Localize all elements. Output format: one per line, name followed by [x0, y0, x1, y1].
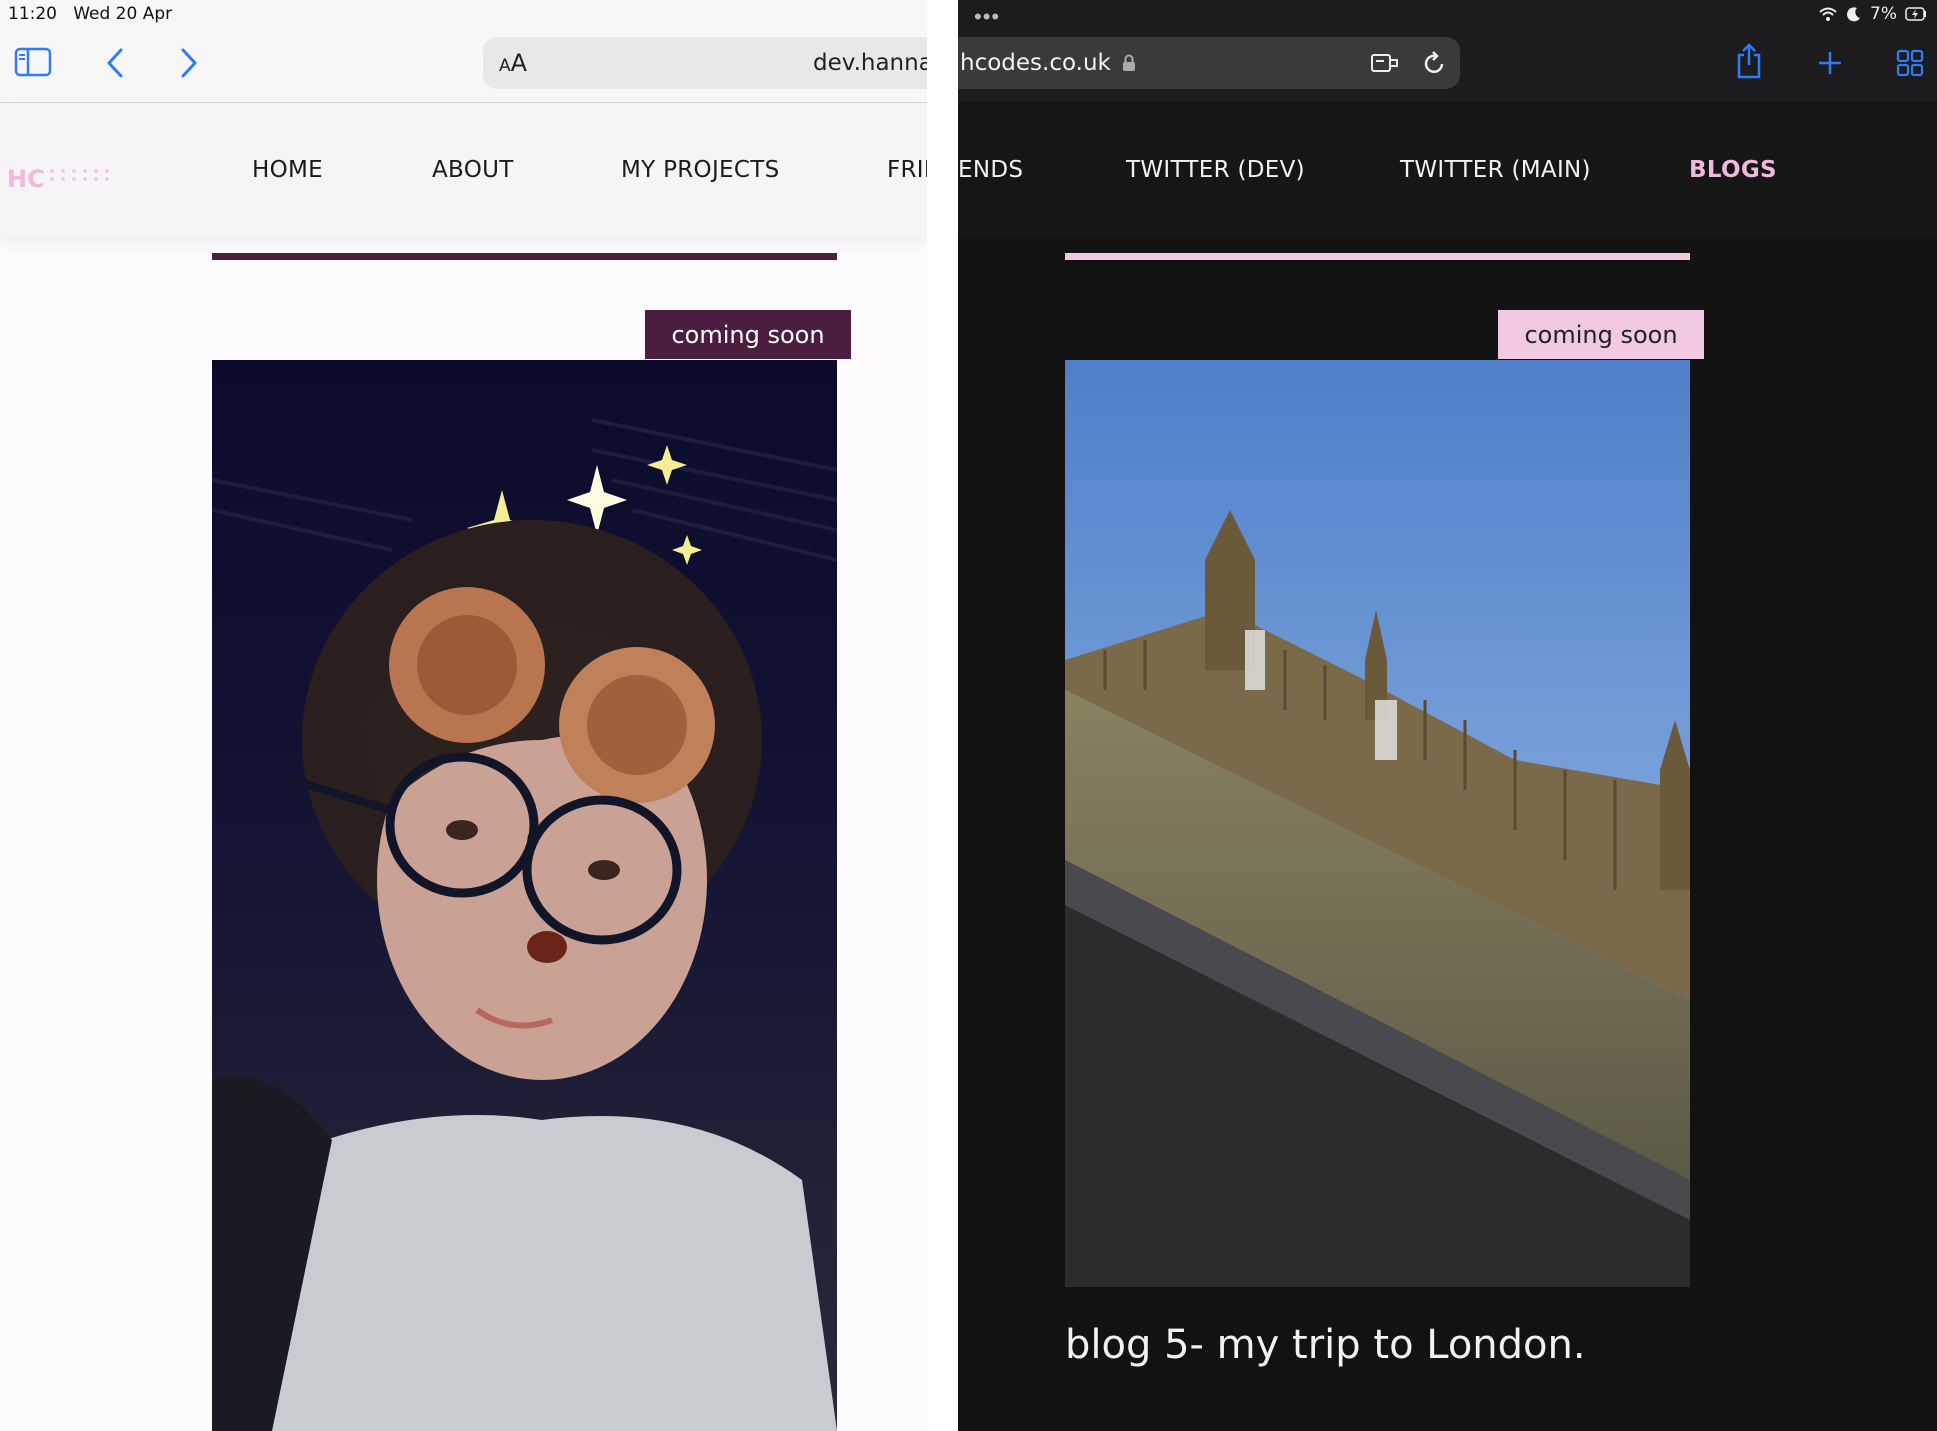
browser-toolbar-left: 11:20 Wed 20 Apr AA dev.hannal	[0, 0, 927, 103]
address-bar-left[interactable]: AA dev.hannal	[483, 37, 927, 89]
reader-text-size-button[interactable]: AA	[499, 49, 527, 77]
forward-icon[interactable]	[174, 46, 204, 80]
multitasking-dots[interactable]: •••	[974, 4, 1000, 30]
plus-icon[interactable]	[1815, 48, 1845, 78]
coming-soon-badge: coming soon	[645, 310, 851, 359]
nav-about[interactable]: ABOUT	[432, 157, 514, 183]
nav-home[interactable]: HOME	[252, 157, 323, 183]
tabs-grid-icon[interactable]	[1895, 48, 1925, 78]
reader-icon[interactable]	[1370, 49, 1400, 77]
blog-photo-selfie[interactable]	[212, 360, 837, 1431]
site-logo[interactable]: HC	[7, 165, 45, 193]
status-date: Wed 20 Apr	[73, 4, 173, 24]
nav-friends-partial[interactable]: FRIE	[887, 157, 927, 183]
nav-my-projects[interactable]: MY PROJECTS	[621, 157, 779, 183]
card-top-bar-right	[1065, 253, 1690, 260]
share-icon[interactable]	[1734, 42, 1764, 80]
status-time: 11:20	[8, 4, 57, 24]
site-nav-right: ENDS TWITTER (DEV) TWITTER (MAIN) BLOGS	[958, 103, 1937, 238]
wifi-icon	[1819, 7, 1837, 21]
battery-icon	[1905, 7, 1926, 21]
site-nav-left: HC HOME ABOUT MY PROJECTS FRIE	[0, 103, 927, 238]
address-bar-right[interactable]: hcodes.co.uk	[958, 37, 1460, 89]
split-view-divider[interactable]	[927, 0, 958, 1431]
blog-photo-london[interactable]	[1065, 360, 1690, 1287]
battery-percent: 7%	[1870, 4, 1897, 24]
url-text-right: hcodes.co.uk	[960, 50, 1136, 76]
moon-icon	[1847, 7, 1861, 22]
sidebar-icon[interactable]	[14, 46, 52, 78]
blog-post-title[interactable]: blog 5- my trip to London.	[1065, 1322, 1586, 1368]
coming-soon-badge-right: coming soon	[1498, 310, 1704, 359]
card-top-bar	[212, 253, 837, 260]
browser-toolbar-right: ••• 7% hcodes.co.uk	[958, 0, 1937, 102]
logo-dots	[50, 169, 110, 181]
left-browser-pane: 11:20 Wed 20 Apr AA dev.hannal HC HOME A…	[0, 0, 927, 1431]
back-icon[interactable]	[100, 46, 130, 80]
nav-twitter-main[interactable]: TWITTER (MAIN)	[1400, 157, 1591, 183]
right-browser-pane: ••• 7% hcodes.co.uk ENDS TWITTER (DEV) T…	[958, 0, 1937, 1431]
reload-icon[interactable]	[1420, 49, 1448, 77]
lock-icon	[1123, 54, 1136, 71]
nav-twitter-dev[interactable]: TWITTER (DEV)	[1126, 157, 1305, 183]
status-bar-left: 11:20 Wed 20 Apr	[8, 4, 172, 24]
nav-blogs[interactable]: BLOGS	[1689, 157, 1777, 183]
nav-friends-partial-right[interactable]: ENDS	[958, 157, 1023, 183]
url-text-left: dev.hannal	[813, 50, 927, 76]
status-bar-right: 7%	[1818, 4, 1927, 24]
